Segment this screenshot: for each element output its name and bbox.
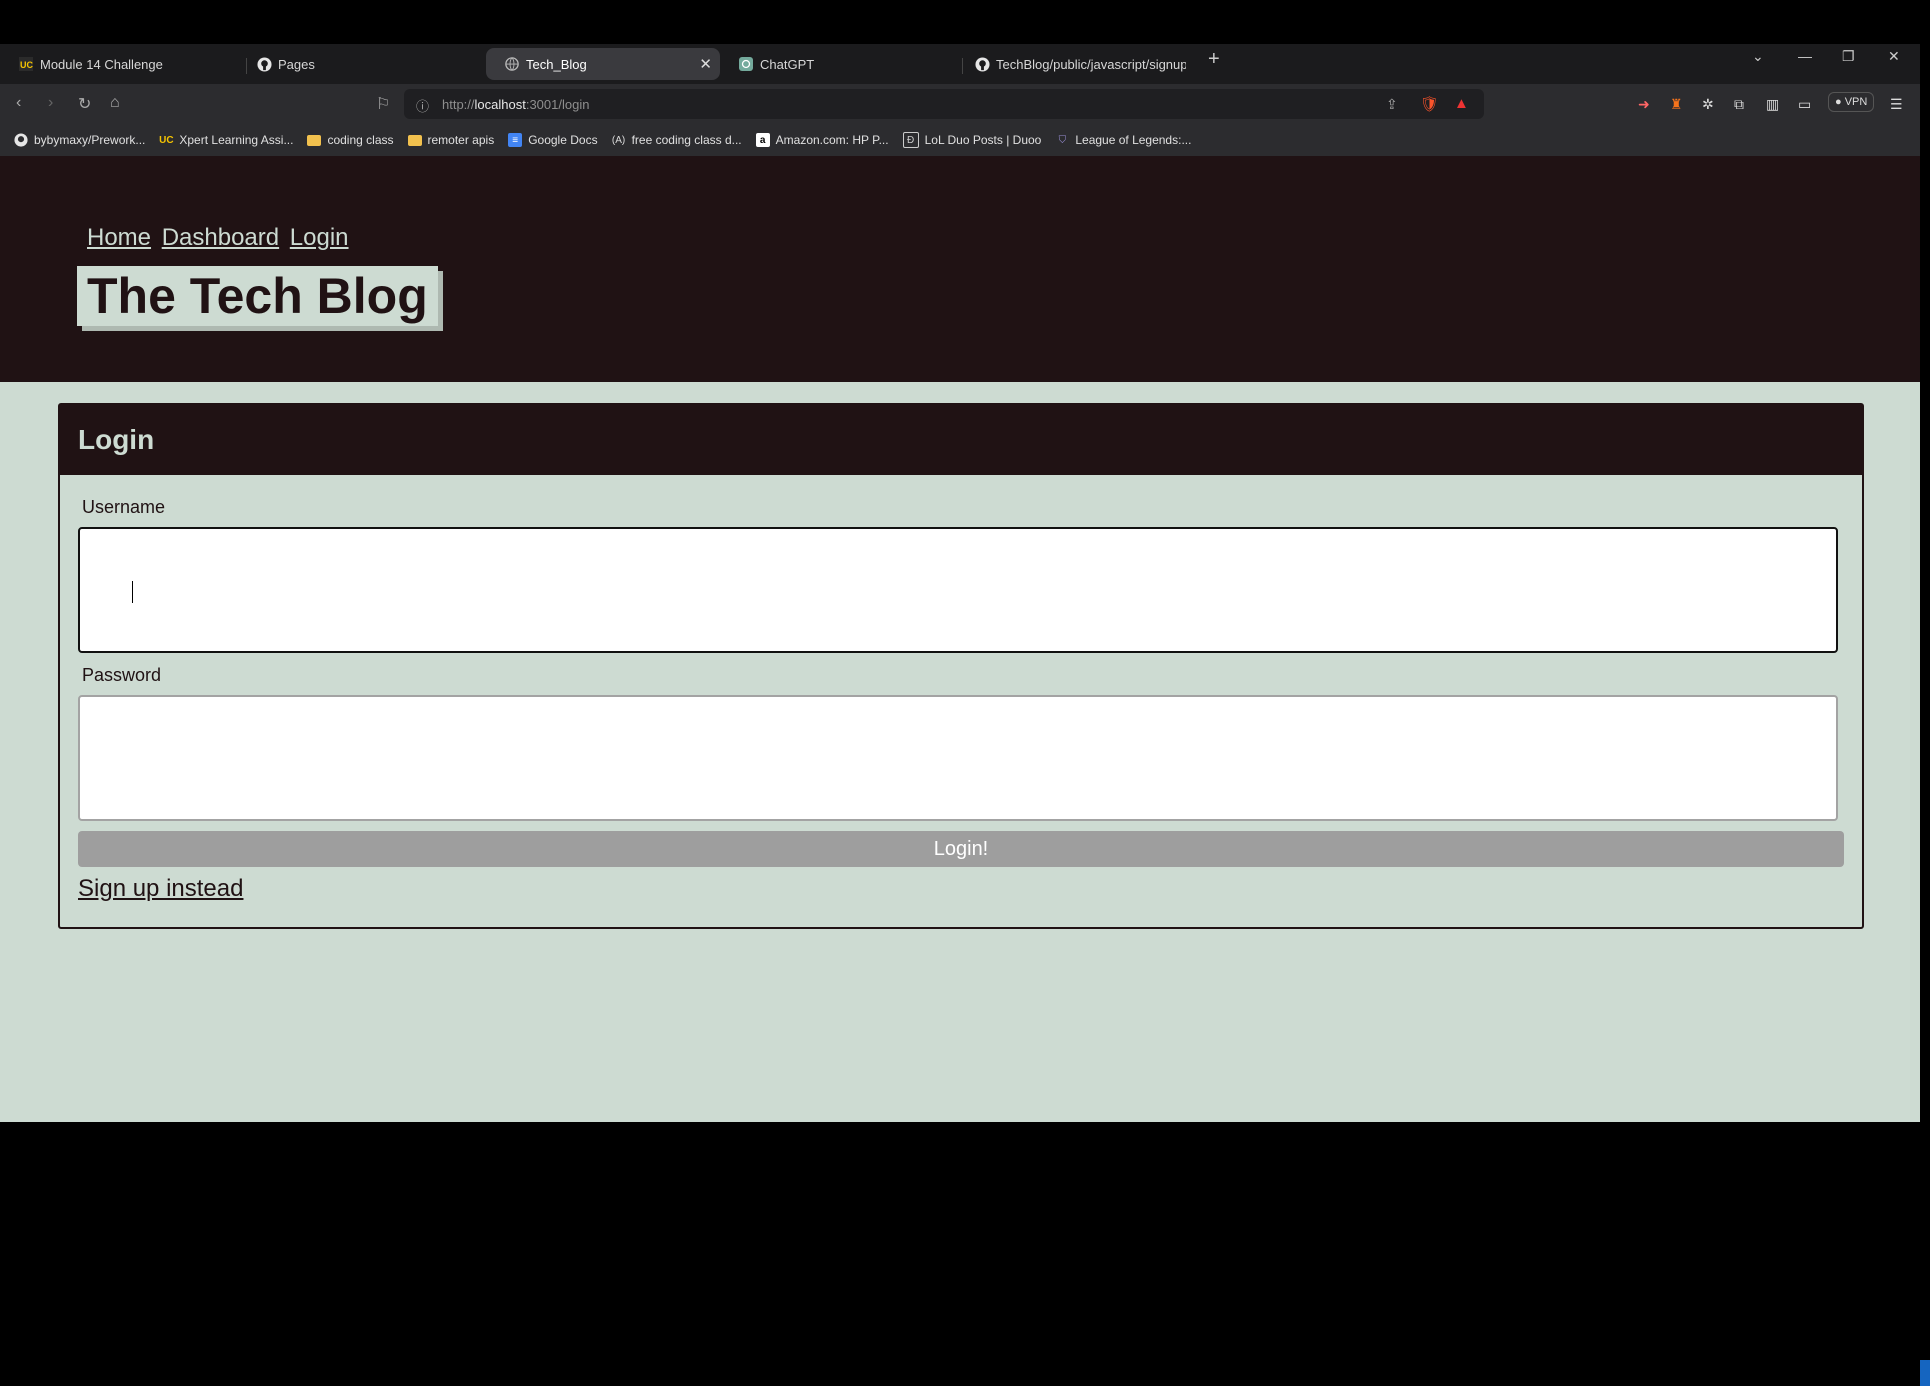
bookmark-icon[interactable]: ⚐ [376, 94, 390, 114]
new-tab-button[interactable]: + [1208, 48, 1220, 71]
bookmark-item[interactable]: remoter apis [407, 133, 495, 147]
folder-icon [407, 134, 422, 146]
tab-pages[interactable]: Pages [238, 48, 486, 80]
scrollbar[interactable] [1920, 156, 1930, 1386]
reload-icon[interactable]: ↻ [78, 94, 91, 114]
scrollbar-thumb[interactable] [1920, 1360, 1930, 1386]
bookmark-item[interactable]: ≡ Google Docs [508, 133, 598, 147]
password-label: Password [82, 665, 162, 685]
university-icon: UC [159, 134, 174, 146]
close-icon[interactable]: ✕ [699, 55, 712, 73]
sidebar-icon[interactable]: ▥ [1766, 96, 1779, 113]
login-button[interactable]: Login! [78, 831, 1844, 867]
shield-icon: ⛉ [1058, 134, 1067, 146]
nav-home-link[interactable]: Home [87, 224, 151, 251]
bookmark-item[interactable]: UC Xpert Learning Assi... [159, 133, 293, 147]
brave-rewards-icon[interactable]: ▲ [1454, 95, 1469, 112]
forward-icon[interactable]: › [48, 94, 53, 112]
wallet-icon[interactable]: ▭ [1798, 96, 1811, 113]
bookmark-label: LoL Duo Posts | Duoo [924, 133, 1042, 147]
amazon-icon: a [755, 133, 770, 147]
title-bar [0, 0, 1920, 44]
site-header: Home Dashboard Login The Tech Blog [0, 156, 1920, 382]
nav-dashboard-link[interactable]: Dashboard [162, 224, 279, 251]
vpn-button[interactable]: ● VPN [1828, 92, 1875, 112]
bookmark-label: remoter apis [427, 133, 495, 147]
github-icon [256, 56, 272, 72]
bookmark-item[interactable]: (A) free coding class d... [612, 133, 742, 147]
svg-text:UC: UC [20, 60, 33, 70]
url-text: http://localhost:3001/login [442, 97, 590, 112]
bookmark-label: Google Docs [528, 133, 598, 147]
puzzle-icon[interactable]: ⧉ [1734, 96, 1744, 113]
bookmark-item[interactable]: Đ LoL Duo Posts | Duoo [902, 132, 1042, 148]
bookmark-item[interactable]: coding class [307, 133, 394, 147]
duoo-icon: Đ [902, 132, 919, 148]
bookmark-label: bybymaxy/Prework... [34, 133, 146, 147]
login-card: Login Username Password Login! Sign up i… [58, 403, 1864, 929]
close-window-icon[interactable]: ✕ [1888, 48, 1900, 65]
folder-icon [307, 134, 322, 146]
tab-chatgpt[interactable]: ChatGPT [720, 48, 960, 80]
bookmark-label: coding class [327, 133, 394, 147]
share-icon[interactable]: ⇪ [1386, 96, 1398, 113]
tab-signup-js[interactable]: TechBlog/public/javascript/signup.js [956, 48, 1196, 80]
username-input[interactable] [78, 527, 1838, 653]
home-icon[interactable]: ⌂ [110, 94, 120, 112]
browser-window: UC Module 14 Challenge Pages Tech_Blog ✕… [0, 0, 1920, 1122]
nav-login-link[interactable]: Login [290, 224, 349, 251]
bookmark-label: League of Legends:... [1075, 133, 1192, 147]
signup-link[interactable]: Sign up instead [78, 875, 243, 903]
bookmark-item[interactable]: ⛉ League of Legends:... [1055, 133, 1192, 147]
page-content: Home Dashboard Login The Tech Blog Login… [0, 156, 1920, 1122]
code-icon: (A) [611, 134, 626, 146]
bookmark-item[interactable]: bybymaxy/Prework... [14, 133, 145, 147]
extension-icon[interactable]: ♜ [1670, 96, 1683, 113]
bookmark-label: Xpert Learning Assi... [179, 133, 294, 147]
site-title: The Tech Blog [77, 266, 438, 326]
tab-module-14[interactable]: UC Module 14 Challenge [0, 48, 238, 80]
toolbar: ‹ › ↻ ⌂ ⚐ ⓘ http://localhost:3001/login … [0, 84, 1920, 124]
tab-strip: UC Module 14 Challenge Pages Tech_Blog ✕… [0, 44, 1920, 84]
university-icon: UC [18, 56, 34, 72]
github-icon [974, 56, 990, 72]
tab-label: Pages [278, 56, 315, 72]
tab-label: Tech_Blog [526, 56, 587, 72]
tab-label: Module 14 Challenge [40, 56, 163, 72]
extension-icon[interactable]: ✲ [1702, 96, 1714, 113]
info-icon[interactable]: ⓘ [416, 96, 429, 115]
username-label: Username [82, 497, 166, 517]
github-icon [14, 133, 28, 147]
extension-icon[interactable]: ➜ [1638, 96, 1650, 113]
vpn-label: VPN [1844, 96, 1868, 108]
tab-label: TechBlog/public/javascript/signup.js [996, 56, 1186, 72]
site-nav: Home Dashboard Login [87, 224, 353, 252]
chatgpt-icon [738, 56, 754, 72]
minimize-icon[interactable]: — [1798, 48, 1812, 64]
address-bar[interactable]: ⓘ http://localhost:3001/login ⇪ 🛡 ▲ [404, 89, 1484, 119]
brave-shield-icon[interactable]: 🛡 [1420, 95, 1439, 113]
chevron-down-icon[interactable]: ⌄ [1752, 48, 1764, 65]
login-heading: Login [60, 405, 1862, 475]
globe-icon [504, 56, 520, 72]
back-icon[interactable]: ‹ [16, 94, 21, 112]
password-input[interactable] [78, 695, 1838, 821]
bookmark-item[interactable]: a Amazon.com: HP P... [755, 133, 889, 147]
text-caret [132, 581, 133, 603]
docs-icon: ≡ [508, 133, 523, 147]
bookmarks-bar: bybymaxy/Prework... UC Xpert Learning As… [0, 124, 1920, 156]
tab-label: ChatGPT [760, 56, 815, 72]
restore-icon[interactable]: ❐ [1842, 48, 1855, 65]
bookmark-label: Amazon.com: HP P... [775, 133, 889, 147]
bookmark-label: free coding class d... [631, 133, 742, 147]
menu-icon[interactable]: ☰ [1890, 96, 1903, 113]
tab-tech-blog[interactable]: Tech_Blog ✕ [486, 48, 720, 80]
